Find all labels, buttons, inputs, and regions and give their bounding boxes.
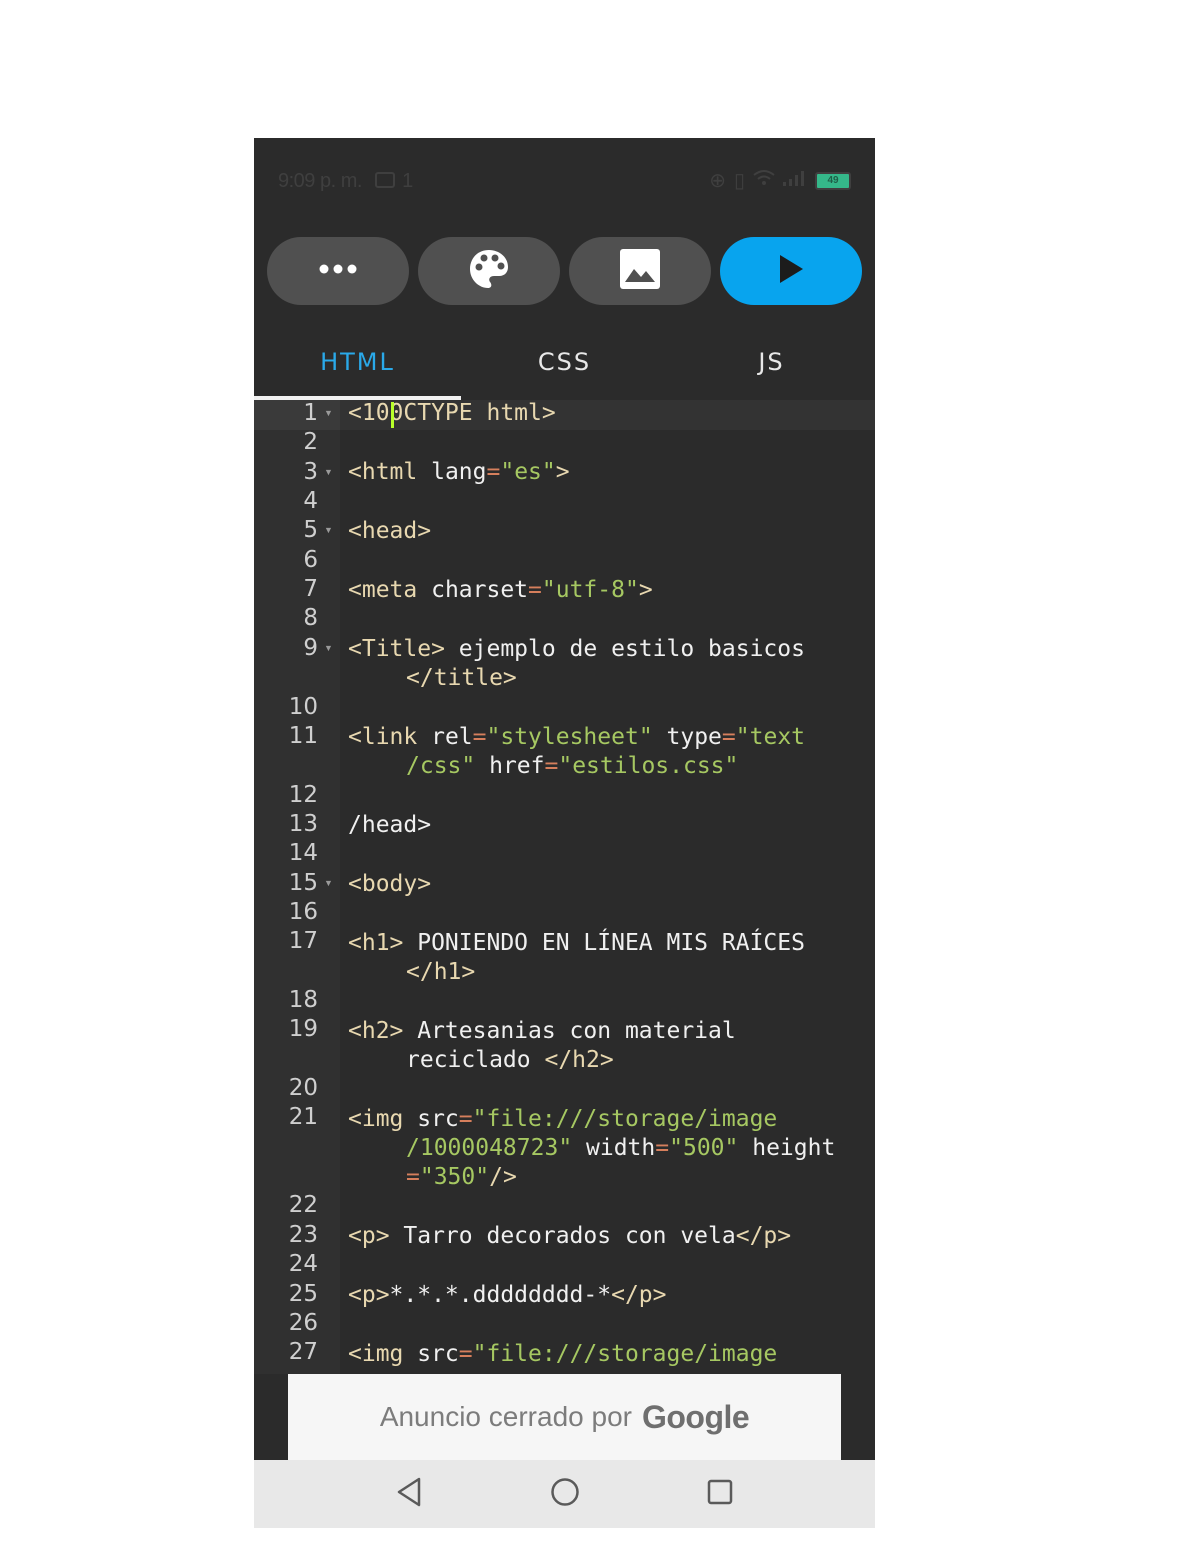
text-cursor <box>391 402 394 428</box>
message-icon <box>375 172 395 188</box>
code-line-17: <h1> PONIENDO EN LÍNEA MIS RAÍCES <box>348 930 805 956</box>
tab-js[interactable]: JS <box>668 324 875 400</box>
theme-button[interactable] <box>418 237 560 305</box>
ad-brand-logo: Google <box>641 1398 750 1435</box>
home-icon <box>550 1477 580 1512</box>
line-number: 13 <box>288 811 318 837</box>
code-line-21-wrap: /1000048723" width="500" height <box>406 1135 836 1161</box>
tab-html[interactable]: HTML <box>254 324 461 400</box>
line-number: 8 <box>303 605 318 631</box>
line-number: 21 <box>288 1104 318 1130</box>
line-number: 18 <box>288 987 318 1013</box>
notification-count: 1 <box>402 170 413 192</box>
line-number: 12 <box>288 782 318 808</box>
code-line-17-wrap: </h1> <box>406 959 476 985</box>
code-line-9: <Title> ejemplo de estilo basicos <box>348 636 805 662</box>
play-icon <box>778 254 804 289</box>
hotspot-icon: ⊕ <box>709 170 726 192</box>
fold-toggle-icon[interactable]: ▼ <box>324 525 334 535</box>
wifi-icon <box>753 169 775 193</box>
line-number: 27 <box>288 1339 318 1365</box>
status-bar: 9:09 p. m. 1 ⊕ ▯ 49 <box>254 138 875 224</box>
code-line-13: /head> <box>348 812 432 838</box>
code-line-27: <img src="file:///storage/image <box>348 1341 778 1367</box>
system-nav-bar <box>254 1460 875 1528</box>
line-number: 5 <box>303 517 318 543</box>
fold-toggle-icon[interactable]: ▼ <box>324 408 334 418</box>
status-icons: ⊕ ▯ 49 <box>709 168 851 193</box>
code-editor[interactable]: 1 ▼ 2 3 ▼ 4 5 ▼ 6 7 8 9 ▼ 10 11 12 13 14 15 ▼ 16 17 18 19 20 21 22… <box>254 400 875 1374</box>
line-number: 25 <box>288 1281 318 1307</box>
line-number: 6 <box>303 547 318 573</box>
ad-banner[interactable]: Anuncio cerrado por Google <box>288 1374 841 1460</box>
line-number: 14 <box>288 840 318 866</box>
image-icon <box>620 248 660 294</box>
code-line-21-wrap-2: ="350"/> <box>406 1164 517 1190</box>
code-line-1: <100CTYPE html> <box>348 400 556 426</box>
line-number: 7 <box>303 576 318 602</box>
vibrate-icon: ▯ <box>733 170 745 192</box>
line-number: 9 <box>303 635 318 661</box>
back-icon <box>396 1477 422 1512</box>
line-number: 2 <box>303 429 318 455</box>
line-number: 26 <box>288 1310 318 1336</box>
line-number: 19 <box>288 1016 318 1042</box>
battery-level: 49 <box>827 175 839 186</box>
fold-toggle-icon[interactable]: ▼ <box>324 878 334 888</box>
fold-toggle-icon[interactable]: ▼ <box>324 467 334 477</box>
clock: 9:09 p. m. <box>278 170 362 192</box>
recents-button[interactable] <box>700 1474 740 1514</box>
line-number: 17 <box>288 928 318 954</box>
ad-closed-text: Anuncio cerrado por <box>379 1401 632 1432</box>
back-button[interactable] <box>389 1474 429 1514</box>
code-line-19-wrap: reciclado </h2> <box>406 1047 614 1073</box>
line-number: 3 <box>303 459 318 485</box>
line-number: 10 <box>288 694 318 720</box>
line-number: 22 <box>288 1192 318 1218</box>
toolbar <box>267 237 863 307</box>
signal-icon <box>783 169 807 192</box>
code-line-11: <link rel="stylesheet" type="text <box>348 724 806 750</box>
code-line-9-wrap: </title> <box>406 665 517 691</box>
code-line-19: <h2> Artesanias con material <box>348 1018 736 1044</box>
line-number: 24 <box>288 1251 318 1277</box>
line-number: 23 <box>288 1222 318 1248</box>
line-number: 11 <box>288 723 318 749</box>
line-number: 4 <box>303 488 318 514</box>
code-line-3: <html lang="es"> <box>348 459 570 485</box>
code-line-11-wrap: /css" href="estilos.css" <box>406 753 739 779</box>
code-line-5: <head> <box>348 518 432 544</box>
status-time: 9:09 p. m. 1 <box>278 170 413 193</box>
recents-icon <box>707 1479 733 1510</box>
ellipsis-icon <box>318 262 358 280</box>
run-button[interactable] <box>720 237 862 305</box>
line-number: 16 <box>288 899 318 925</box>
code-line-21: <img src="file:///storage/image <box>348 1106 778 1132</box>
tab-css[interactable]: CSS <box>461 324 668 400</box>
line-number: 20 <box>288 1075 318 1101</box>
line-number: 15 <box>288 870 318 896</box>
code-line-7: <meta charset="utf-8"> <box>348 577 653 603</box>
image-button[interactable] <box>569 237 711 305</box>
palette-icon <box>468 248 510 295</box>
line-number: 1 <box>303 400 318 426</box>
battery-icon: 49 <box>815 171 851 190</box>
code-line-23: <p> Tarro decorados con vela</p> <box>348 1223 792 1249</box>
fold-toggle-icon[interactable]: ▼ <box>324 643 334 653</box>
home-button[interactable] <box>545 1474 585 1514</box>
code-line-15: <body> <box>348 871 432 897</box>
editor-tabs: HTML CSS JS <box>254 324 875 400</box>
phone-screen: 9:09 p. m. 1 ⊕ ▯ 49 HTML CSS JS 1 ▼ 2 3 … <box>254 138 875 1528</box>
more-options-button[interactable] <box>267 237 409 305</box>
code-line-25: <p>*.*.*.dddddddd-*</p> <box>348 1282 667 1308</box>
